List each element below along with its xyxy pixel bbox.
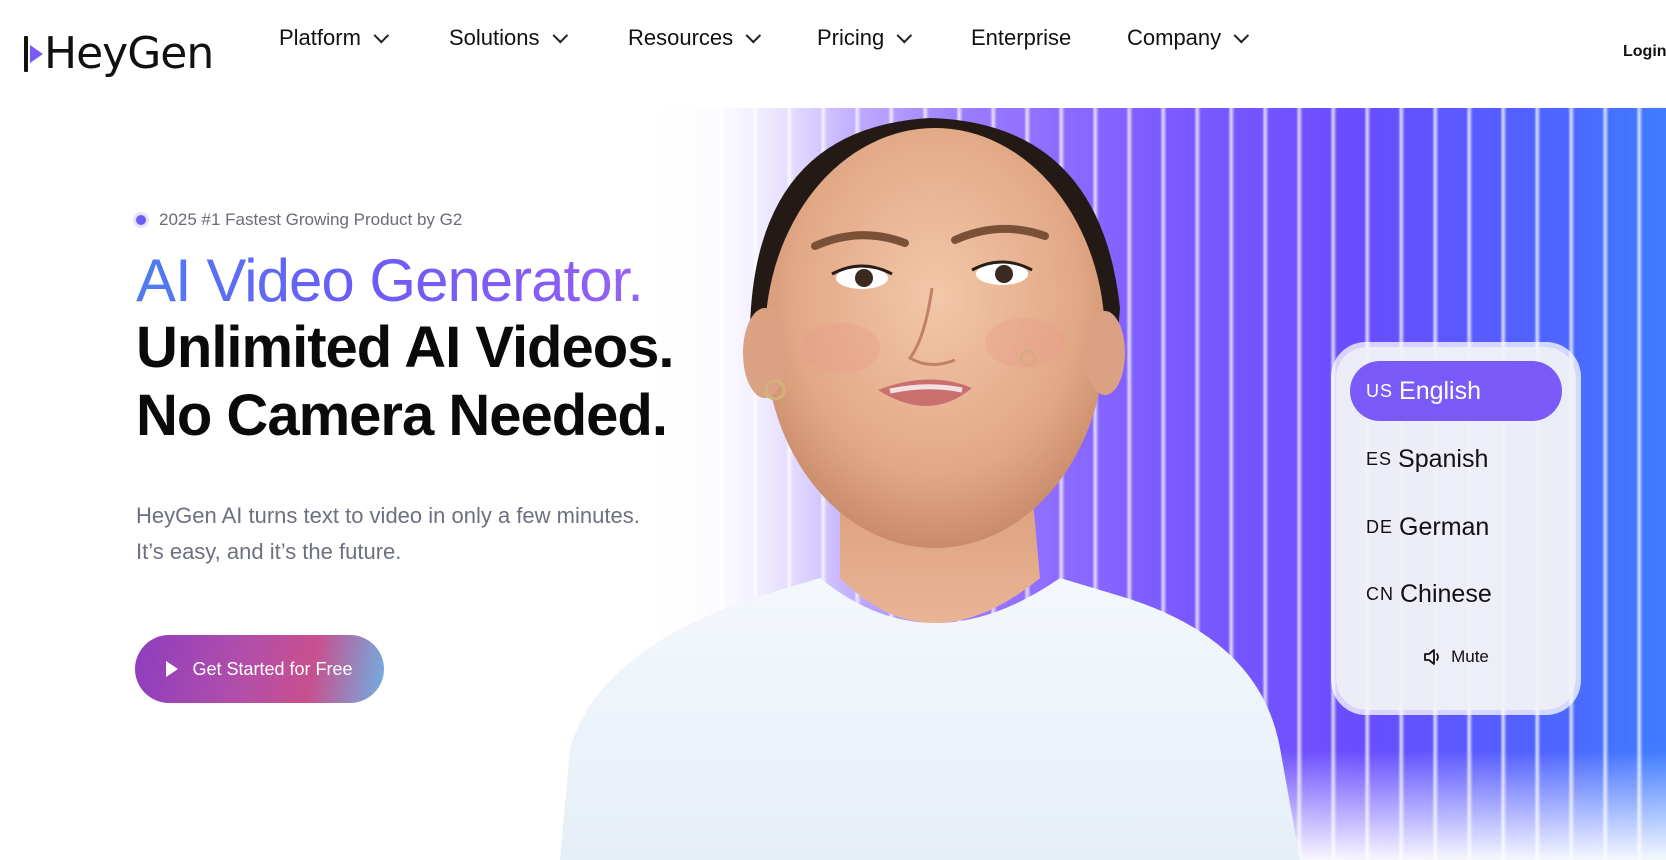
chevron-down-icon: [896, 27, 913, 43]
nav-item-platform[interactable]: Platform: [279, 25, 390, 51]
chevron-down-icon: [552, 27, 568, 43]
language-label: English: [1399, 376, 1482, 405]
language-label: German: [1399, 512, 1490, 541]
nav-item-label: Platform: [279, 25, 361, 50]
heygen-logo[interactable]: HeyGen: [24, 28, 214, 80]
hero-content: 2025 #1 Fastest Growing Product by G2 AI…: [136, 210, 675, 570]
chevron-down-icon: [1233, 27, 1250, 43]
hero-subtext: HeyGen AI turns text to video in only a …: [136, 498, 674, 570]
nav-item-company[interactable]: Company: [1127, 25, 1250, 51]
language-code: ES: [1366, 448, 1393, 469]
nav-item-label: Enterprise: [971, 25, 1072, 50]
language-code: US: [1366, 380, 1394, 401]
headline-gradient: AI Video Generator.: [136, 248, 674, 314]
language-code: CN: [1366, 583, 1394, 604]
logo-text: HeyGen: [44, 28, 214, 79]
subtext-line-2: It’s easy, and it’s the future.: [136, 539, 402, 564]
nav-item-label: Resources: [628, 25, 734, 50]
nav-item-resources[interactable]: Resources: [628, 25, 762, 51]
play-icon: [166, 661, 179, 677]
subtext-line-1: HeyGen AI turns text to video in only a …: [136, 503, 640, 528]
chevron-down-icon: [745, 27, 762, 43]
login-link[interactable]: Login: [1623, 43, 1666, 61]
nav-item-enterprise[interactable]: Enterprise: [971, 25, 1071, 51]
mute-label: Mute: [1451, 647, 1489, 666]
nav-item-pricing[interactable]: Pricing: [817, 25, 913, 51]
headline-line-3: No Camera Needed.: [136, 383, 668, 448]
chevron-down-icon: [373, 27, 390, 43]
nav-item-solutions[interactable]: Solutions: [449, 25, 568, 51]
language-label: Spanish: [1398, 444, 1489, 473]
language-selector-panel: US English ES Spanish DE German CN Chine…: [1336, 347, 1576, 710]
badge-dot-icon: [136, 215, 146, 225]
language-option-spanish[interactable]: ES Spanish: [1350, 429, 1562, 489]
language-code: DE: [1366, 516, 1394, 537]
language-option-chinese[interactable]: CN Chinese: [1350, 564, 1562, 624]
nav-item-label: Company: [1127, 25, 1222, 50]
headline-line-2: Unlimited AI Videos.: [136, 315, 675, 380]
cta-label: Get Started for Free: [192, 658, 353, 679]
language-option-german[interactable]: DE German: [1350, 497, 1562, 557]
g2-badge: 2025 #1 Fastest Growing Product by G2: [136, 210, 674, 230]
nav-item-label: Solutions: [449, 25, 540, 50]
top-nav: HeyGen Platform Solutions Resources Pric…: [0, 0, 1666, 108]
logo-mark-icon: [24, 36, 43, 72]
badge-text: 2025 #1 Fastest Growing Product by G2: [159, 210, 463, 229]
nav-item-label: Pricing: [817, 25, 885, 50]
get-started-button[interactable]: Get Started for Free: [135, 635, 384, 703]
speaker-icon: [1424, 649, 1439, 665]
language-label: Chinese: [1400, 579, 1492, 608]
mute-button[interactable]: Mute: [1336, 647, 1576, 667]
language-option-english[interactable]: US English: [1350, 361, 1562, 421]
ai-avatar-video[interactable]: [560, 108, 1360, 860]
